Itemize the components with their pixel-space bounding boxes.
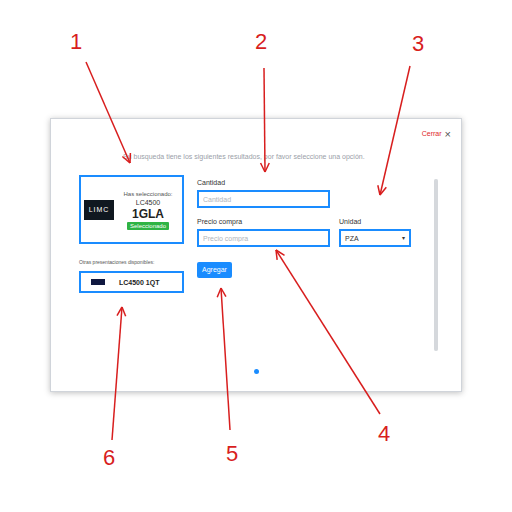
modal-header: Cerrar×	[51, 127, 461, 141]
modal-content: LIMC Has seleccionado:LC45001GLASeleccion…	[51, 175, 461, 351]
unit-label: Unidad	[339, 217, 411, 227]
selected-product: LC4500	[136, 198, 161, 207]
brand-logo: LIMC	[84, 200, 114, 220]
annotation-number: 5	[226, 442, 238, 466]
quantity-field: Cantidad	[197, 178, 330, 208]
price-label: Precio compra	[197, 217, 330, 227]
page-dot[interactable]	[254, 369, 259, 374]
selected-badge: Seleccionado	[127, 222, 169, 230]
annotation-arrow-icon	[378, 66, 410, 195]
close-icon[interactable]: ×	[445, 129, 451, 140]
quantity-input[interactable]	[197, 190, 330, 208]
selected-presentation: 1GLA	[132, 207, 164, 221]
annotation-arrow-icon	[217, 288, 230, 430]
quantity-label: Cantidad	[197, 178, 330, 188]
options-column: LIMC Has seleccionado:LC45001GLASeleccion…	[79, 175, 184, 351]
selected-heading: Has seleccionado:	[123, 190, 172, 198]
add-button[interactable]: Agregar	[197, 262, 232, 278]
annotation-arrow-icon	[112, 307, 126, 440]
pager	[51, 369, 461, 374]
brand-logo-icon	[91, 279, 105, 285]
unit-value: PZA	[345, 234, 359, 243]
annotation-arrow-icon	[276, 250, 380, 414]
selected-info: Has seleccionado:LC45001GLASeleccionado	[117, 190, 179, 230]
annotation-number: 1	[70, 30, 82, 54]
annotation-arrows	[0, 0, 512, 512]
annotation-arrow-icon	[261, 68, 270, 172]
dropdown-arrow-icon: ▾	[402, 234, 405, 242]
selected-card[interactable]: LIMC Has seleccionado:LC45001GLASeleccion…	[79, 175, 184, 244]
price-unit-row: Precio compra Unidad PZA ▾	[197, 217, 411, 247]
scrollbar-thumb[interactable]	[434, 179, 438, 351]
presentation-card[interactable]: LC4500 1QT	[79, 271, 184, 293]
unit-field: Unidad PZA ▾	[339, 217, 411, 247]
annotation-number: 6	[103, 446, 115, 470]
annotation-arrow-icon	[86, 62, 130, 163]
modal-dialog: Cerrar× Su busqueda tiene los siguientes …	[50, 118, 462, 392]
scrollbar[interactable]	[434, 179, 438, 351]
annotation-number: 3	[412, 32, 424, 56]
price-input[interactable]	[197, 229, 330, 247]
logo-text: LIMC	[89, 206, 110, 214]
others-label: Otras presentaciones disponibles:	[79, 259, 184, 266]
annotation-number: 2	[255, 30, 267, 54]
annotation-number: 4	[378, 422, 390, 446]
price-field: Precio compra	[197, 217, 330, 247]
purchase-form: Cantidad Precio compra Unidad PZA ▾ Agregar	[197, 175, 411, 351]
close-label[interactable]: Cerrar	[422, 129, 442, 139]
presentation-name[interactable]: LC4500 1QT	[119, 278, 159, 287]
results-message: Su busqueda tiene los siguientes resulta…	[51, 151, 461, 163]
close-button[interactable]: Cerrar×	[422, 129, 451, 140]
unit-select[interactable]: PZA ▾	[339, 229, 411, 247]
